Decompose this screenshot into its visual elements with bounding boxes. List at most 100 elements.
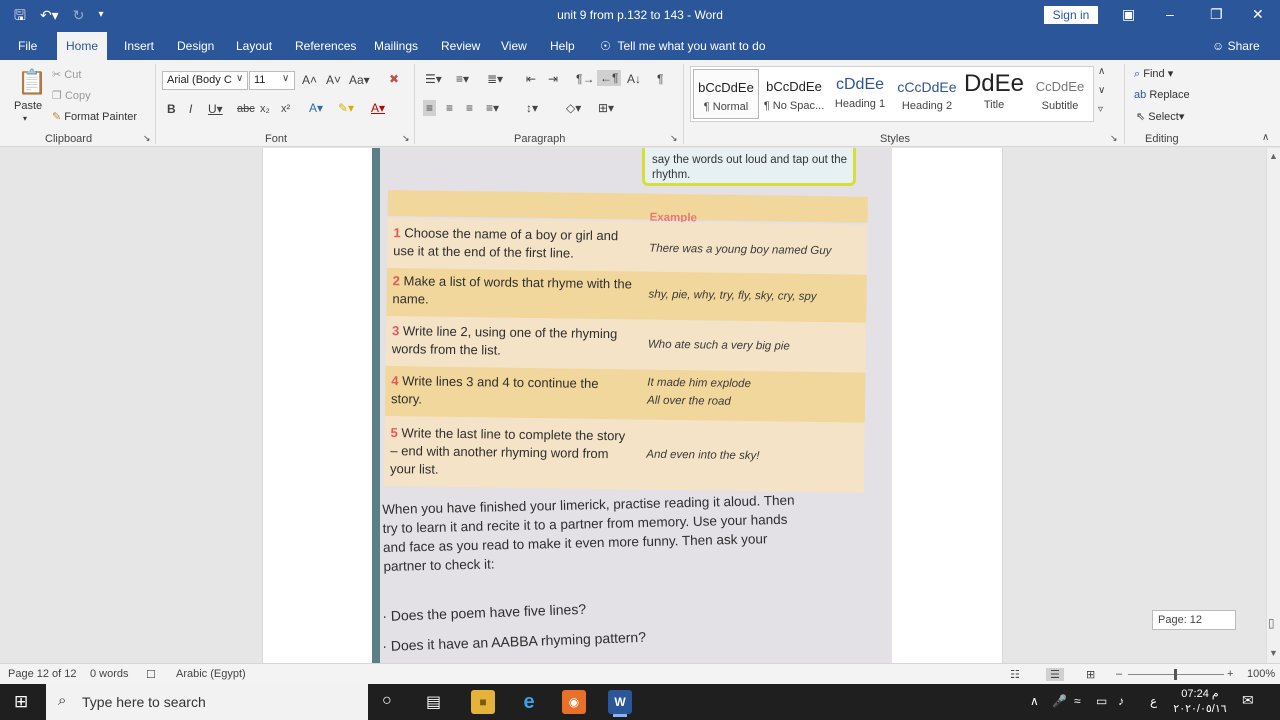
superscript-icon[interactable]: x²: [281, 103, 290, 115]
paste-button[interactable]: Paste: [14, 100, 42, 112]
tab-home[interactable]: Home: [57, 32, 108, 60]
paste-dropdown-icon[interactable]: ▾: [23, 114, 27, 123]
align-right-icon[interactable]: ≡: [466, 101, 473, 115]
zoom-slider-thumb[interactable]: [1174, 669, 1177, 680]
print-layout-icon[interactable]: ☰: [1046, 668, 1064, 681]
paragraph-launcher-icon[interactable]: ↘: [670, 133, 678, 144]
font-color-icon[interactable]: A▾: [371, 101, 385, 115]
style-heading-2[interactable]: cCcDdEe Heading 2: [894, 69, 960, 119]
cortana-icon[interactable]: ○: [382, 692, 392, 710]
proofing-icon[interactable]: ☐: [146, 668, 156, 681]
decrease-indent-icon[interactable]: ⇤: [526, 72, 536, 86]
replace-button[interactable]: ab Replace: [1134, 89, 1190, 101]
word-count[interactable]: 0 words: [90, 668, 129, 680]
strikethrough-icon[interactable]: abc: [237, 103, 255, 115]
format-painter-button[interactable]: ✎ Format Painter: [52, 110, 137, 123]
shrink-font-icon[interactable]: A˅: [326, 73, 341, 87]
page-count[interactable]: Page 12 of 12: [8, 668, 77, 680]
tab-layout[interactable]: Layout: [236, 39, 272, 53]
notifications-icon[interactable]: ✉: [1242, 692, 1254, 709]
tab-references[interactable]: References: [295, 39, 356, 53]
sign-in-button[interactable]: Sign in: [1044, 6, 1098, 24]
share-button[interactable]: ☺ Share: [1212, 39, 1260, 53]
clear-formatting-icon[interactable]: ✖: [389, 72, 399, 86]
tab-review[interactable]: Review: [441, 39, 480, 53]
zoom-level[interactable]: 100%: [1247, 668, 1275, 680]
align-left-icon[interactable]: ≡: [423, 100, 437, 116]
chevron-down-icon[interactable]: ∨: [236, 73, 243, 84]
underline-icon[interactable]: U▾: [208, 102, 223, 116]
minimize-icon[interactable]: –: [1166, 6, 1174, 22]
change-case-icon[interactable]: Aa▾: [349, 73, 370, 87]
bullets-icon[interactable]: ☰▾: [425, 72, 442, 86]
highlight-icon[interactable]: ✎▾: [338, 101, 354, 115]
windows-start-icon[interactable]: ⊞: [14, 692, 28, 712]
font-launcher-icon[interactable]: ↘: [402, 133, 410, 144]
subscript-icon[interactable]: x₂: [260, 103, 270, 115]
styles-more-icon[interactable]: ▿: [1098, 104, 1103, 115]
ltr-icon[interactable]: ¶→: [576, 72, 594, 86]
scroll-up-icon[interactable]: ▲: [1269, 151, 1278, 161]
increase-indent-icon[interactable]: ⇥: [548, 72, 558, 86]
input-language-indicator[interactable]: ع: [1150, 694, 1157, 708]
document-area[interactable]: say the words out loud and tap out the r…: [0, 148, 1266, 663]
collapse-ribbon-icon[interactable]: ∧: [1262, 132, 1269, 143]
style-normal[interactable]: bCcDdEe ¶ Normal: [693, 69, 759, 119]
shading-icon[interactable]: ◇▾: [566, 101, 581, 115]
scroll-thumb[interactable]: ▯: [1268, 616, 1275, 630]
clipboard-launcher-icon[interactable]: ↘: [143, 133, 151, 144]
read-mode-icon[interactable]: ☷: [1010, 668, 1020, 681]
chevron-up-icon[interactable]: ∧: [1098, 66, 1105, 77]
tab-view[interactable]: View: [501, 39, 527, 53]
volume-icon[interactable]: ♪: [1118, 694, 1124, 708]
paste-icon[interactable]: 📋: [17, 68, 47, 97]
style-no-spacing[interactable]: bCcDdEe ¶ No Spac...: [761, 69, 827, 119]
cut-button[interactable]: ✂ Cut: [52, 68, 81, 81]
multilevel-list-icon[interactable]: ≣▾: [487, 72, 503, 86]
ribbon-display-options-icon[interactable]: ▣: [1122, 6, 1135, 23]
style-subtitle[interactable]: CcDdEe Subtitle: [1027, 69, 1093, 119]
maximize-icon[interactable]: ❐: [1210, 6, 1223, 23]
line-spacing-icon[interactable]: ↕▾: [526, 101, 538, 115]
microphone-icon[interactable]: 🎤: [1052, 694, 1067, 708]
text-effects-icon[interactable]: A▾: [309, 101, 323, 115]
taskbar-clock[interactable]: 07:24 م ٢٠٢٠/٠٥/١٦: [1170, 687, 1230, 717]
chevron-up-icon[interactable]: ∧: [1030, 694, 1039, 708]
web-layout-icon[interactable]: ⊞: [1086, 668, 1095, 681]
language-indicator[interactable]: Arabic (Egypt): [176, 668, 246, 680]
tab-mailings[interactable]: Mailings: [374, 39, 418, 53]
taskbar-search-box[interactable]: ⌕ Type here to search: [46, 684, 368, 720]
recorder-app-icon[interactable]: ◉: [562, 690, 586, 714]
tab-insert[interactable]: Insert: [124, 39, 154, 53]
italic-icon[interactable]: I: [189, 102, 192, 116]
style-heading-1[interactable]: cDdEe Heading 1: [827, 69, 893, 119]
tab-file[interactable]: File: [18, 39, 37, 53]
file-explorer-icon[interactable]: ■: [471, 690, 495, 714]
chevron-down-icon[interactable]: ∨: [282, 73, 289, 84]
close-icon[interactable]: ✕: [1252, 6, 1264, 23]
sort-icon[interactable]: A↓: [627, 72, 641, 86]
grow-font-icon[interactable]: A˄: [302, 73, 317, 87]
wifi-icon[interactable]: ≈: [1074, 694, 1081, 708]
tell-me-search[interactable]: ☉ Tell me what you want to do: [600, 39, 766, 53]
vertical-scrollbar[interactable]: ▲ ▯ ▼: [1266, 148, 1280, 663]
word-icon[interactable]: W: [608, 690, 632, 714]
show-formatting-icon[interactable]: ¶: [657, 72, 663, 86]
copy-button[interactable]: ❐ Copy: [52, 89, 91, 102]
select-button[interactable]: ⇖ Select▾: [1136, 110, 1184, 123]
borders-icon[interactable]: ⊞▾: [598, 101, 614, 115]
zoom-out-icon[interactable]: –: [1116, 668, 1122, 680]
task-view-icon[interactable]: ▤: [426, 692, 441, 712]
tab-help[interactable]: Help: [550, 39, 575, 53]
style-title[interactable]: DdEe Title: [961, 69, 1027, 119]
edge-icon[interactable]: e: [517, 690, 541, 714]
justify-icon[interactable]: ≡▾: [486, 101, 499, 115]
chevron-down-icon[interactable]: ∨: [1098, 85, 1105, 96]
rtl-icon[interactable]: ←¶: [597, 70, 622, 86]
bold-icon[interactable]: B: [167, 102, 176, 116]
tab-design[interactable]: Design: [177, 39, 214, 53]
zoom-in-icon[interactable]: +: [1227, 668, 1233, 680]
align-center-icon[interactable]: ≡: [446, 101, 453, 115]
scroll-down-icon[interactable]: ▼: [1269, 648, 1278, 658]
find-button[interactable]: ⌕ Find ▾: [1134, 67, 1173, 81]
